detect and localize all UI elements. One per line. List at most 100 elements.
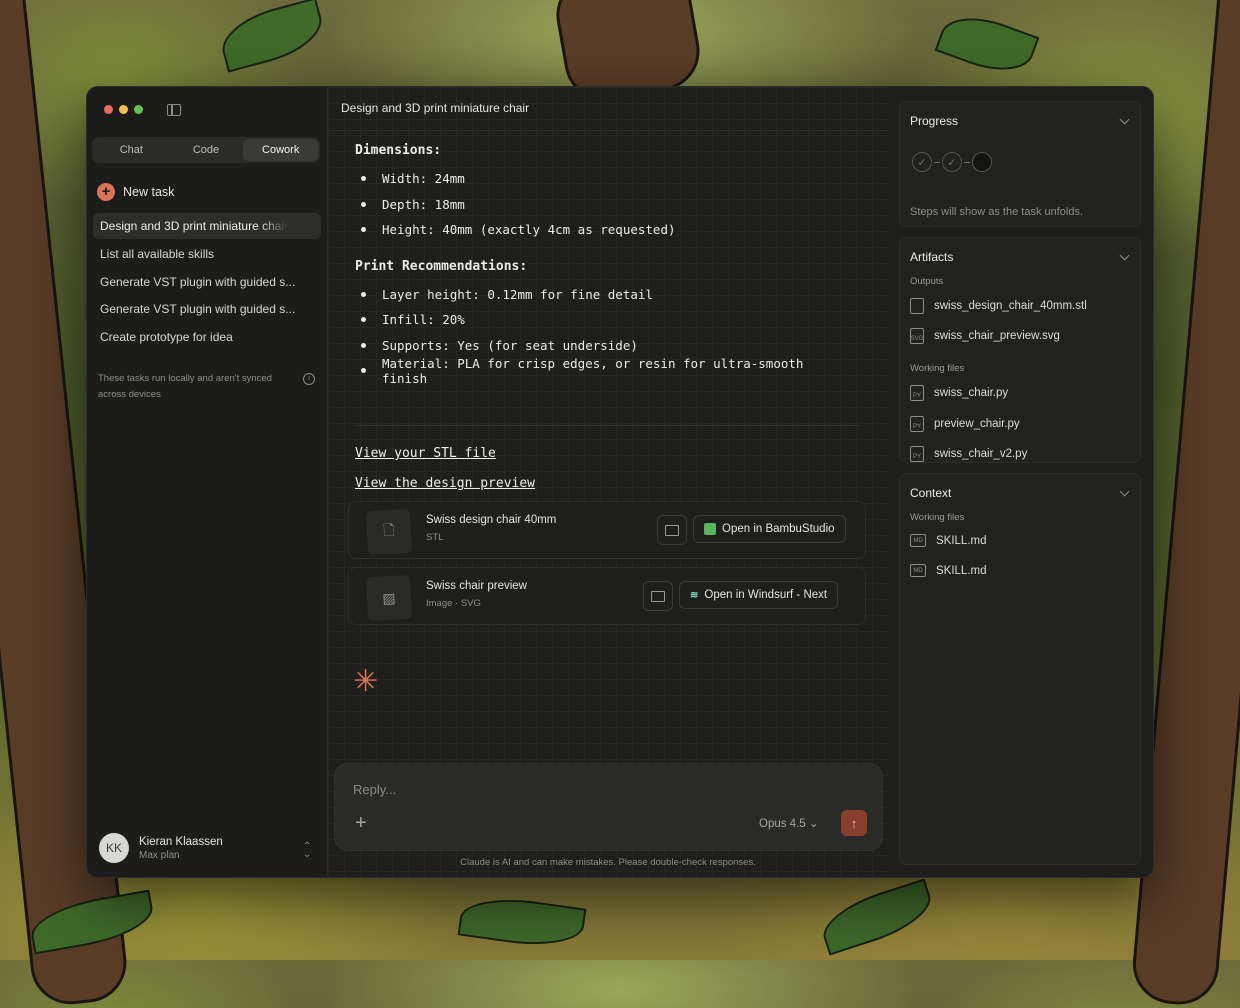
model-selector[interactable]: Opus 4.5 ⌄ — [759, 816, 819, 830]
new-task-button[interactable]: + New task — [97, 183, 174, 201]
sidebar-toggle-icon[interactable] — [167, 104, 181, 116]
tab-code[interactable]: Code — [169, 139, 244, 161]
list-item: Supports: Yes (for seat underside) — [355, 333, 855, 359]
list-item: Width: 24mm — [355, 166, 855, 192]
chevron-down-icon[interactable] — [1119, 114, 1130, 125]
tab-cowork[interactable]: Cowork — [243, 139, 319, 161]
outputs-label: Outputs — [910, 276, 944, 287]
chevron-down-icon[interactable] — [1119, 250, 1130, 261]
add-attachment-icon[interactable]: + — [355, 812, 367, 835]
task-item[interactable]: Design and 3D print miniature chair — [93, 213, 321, 239]
maximize-window-button[interactable] — [134, 105, 143, 114]
folder-icon — [665, 524, 679, 536]
context-panel: Context Working files MD SKILL.md MD SKILL… — [899, 473, 1141, 865]
bambustudio-icon — [704, 523, 716, 535]
list-item: Depth: 18mm — [355, 192, 855, 218]
pending-step-icon — [972, 152, 992, 172]
minimize-window-button[interactable] — [119, 105, 128, 114]
local-tasks-note: These tasks run locally and aren't synce… — [98, 373, 272, 400]
conversation-pane: Design and 3D print miniature chair Dime… — [328, 87, 888, 877]
step-connector — [934, 161, 940, 163]
app-window: Chat Code Cowork + New task Design and 3… — [86, 86, 1154, 878]
folder-icon — [651, 590, 665, 602]
print-heading: Print Recommendations: — [355, 258, 528, 274]
artifact-item[interactable]: swiss_design_chair_40mm.stl — [910, 298, 1087, 314]
context-title: Context — [910, 486, 952, 500]
svg-file-icon: SVG — [910, 328, 924, 344]
artifact-item[interactable]: SVG swiss_chair_preview.svg — [910, 328, 1060, 344]
view-preview-link[interactable]: View the design preview — [355, 476, 535, 491]
context-item[interactable]: MD SKILL.md — [910, 564, 987, 577]
send-button[interactable]: ↑ — [841, 810, 867, 836]
artifact-name: swiss_chair.py — [934, 387, 1009, 399]
arrow-up-icon: ↑ — [850, 815, 858, 831]
context-item[interactable]: MD SKILL.md — [910, 534, 987, 547]
view-stl-link[interactable]: View your STL file — [355, 446, 496, 461]
task-item[interactable]: Create prototype for idea — [93, 324, 321, 350]
leaf — [457, 891, 587, 953]
image-icon: ▨ — [365, 574, 413, 622]
sidebar: Chat Code Cowork + New task Design and 3… — [87, 87, 328, 877]
tab-chat[interactable]: Chat — [94, 139, 169, 161]
python-file-icon: PY — [910, 446, 924, 462]
open-in-bambustudio-button[interactable]: Open in BambuStudio — [693, 515, 846, 543]
task-item[interactable]: Generate VST plugin with guided s... — [93, 269, 321, 295]
artifact-name: preview_chair.py — [934, 418, 1020, 430]
file-type: STL — [426, 532, 444, 543]
file-name: Swiss design chair 40mm — [426, 514, 557, 526]
model-label: Opus 4.5 — [759, 818, 806, 830]
task-label: Design and 3D print miniature chair — [100, 219, 289, 233]
task-label: Generate VST plugin with guided s... — [100, 274, 296, 289]
file-type: Image · SVG — [426, 598, 481, 609]
divider — [328, 130, 888, 131]
close-window-button[interactable] — [104, 105, 113, 114]
disclaimer: Claude is AI and can make mistakes. Plea… — [460, 857, 756, 868]
reply-input[interactable]: Reply... — [353, 782, 396, 797]
chevron-down-icon[interactable] — [1119, 486, 1130, 497]
task-label: Create prototype for idea — [100, 330, 233, 345]
working-files-label: Working files — [910, 363, 965, 374]
artifact-item[interactable]: PY swiss_chair.py — [910, 385, 1008, 401]
open-in-windsurf-button[interactable]: ≋ Open in Windsurf - Next — [679, 581, 839, 609]
windsurf-icon: ≋ — [690, 589, 699, 601]
leaf — [815, 878, 939, 956]
show-in-folder-button[interactable] — [643, 581, 673, 611]
list-item: Infill: 20% — [355, 307, 855, 333]
leaf — [215, 0, 329, 73]
python-file-icon: PY — [910, 385, 924, 401]
artifacts-panel: Artifacts Outputs swiss_design_chair_40m… — [899, 237, 1141, 463]
task-item[interactable]: Generate VST plugin with guided s... — [93, 296, 321, 322]
check-icon: ✓ — [942, 152, 962, 172]
markdown-file-icon: MD — [910, 534, 926, 547]
info-icon[interactable]: i — [303, 373, 315, 385]
context-file-name: SKILL.md — [936, 534, 987, 547]
open-label: Open in Windsurf - Next — [704, 589, 828, 601]
mode-switcher: Chat Code Cowork — [92, 137, 320, 163]
list-item: Material: PLA for crisp edges, or resin … — [355, 356, 855, 386]
list-item: Height: 40mm (exactly 4cm as requested) — [355, 217, 855, 243]
file-card-stl[interactable]: 🗋 Swiss design chair 40mm STL Open in Ba… — [348, 501, 866, 559]
user-menu[interactable]: KK Kieran Klaassen Max plan — [99, 833, 223, 863]
artifact-item[interactable]: PY swiss_chair_v2.py — [910, 446, 1027, 462]
python-file-icon: PY — [910, 416, 924, 432]
task-label: List all available skills — [100, 246, 215, 261]
artifact-name: swiss_chair_v2.py — [934, 448, 1028, 460]
progress-panel: Progress ✓ ✓ Steps will show as the task… — [899, 101, 1141, 227]
artifact-name: swiss_chair_preview.svg — [934, 330, 1060, 342]
progress-title: Progress — [910, 114, 959, 128]
reply-composer[interactable]: Reply... + Opus 4.5 ⌄ ↑ — [334, 763, 883, 851]
window-controls — [104, 105, 143, 114]
artifact-item[interactable]: PY preview_chair.py — [910, 416, 1020, 432]
chevron-updown-icon[interactable]: ⌃ ⌄ — [303, 842, 311, 860]
task-item[interactable]: List all available skills — [93, 241, 321, 267]
open-label: Open in BambuStudio — [722, 523, 835, 535]
artifact-name: swiss_design_chair_40mm.stl — [934, 300, 1087, 312]
plus-icon: + — [97, 183, 115, 201]
file-name: Swiss chair preview — [426, 580, 527, 592]
step-connector — [964, 161, 970, 163]
leaf — [934, 5, 1040, 83]
markdown-file-icon: MD — [910, 564, 926, 577]
file-card-svg[interactable]: ▨ Swiss chair preview Image · SVG ≋ Open… — [348, 567, 866, 625]
show-in-folder-button[interactable] — [657, 515, 687, 545]
avatar: KK — [99, 833, 129, 863]
